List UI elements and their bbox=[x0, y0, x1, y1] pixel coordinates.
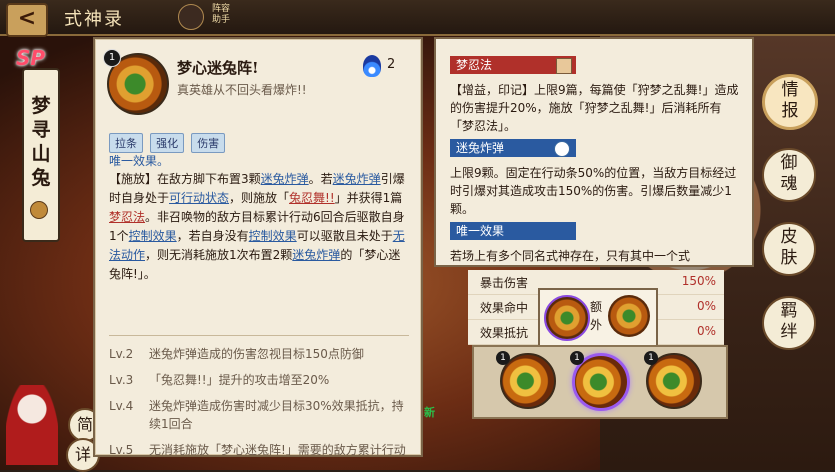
tab-label: 御魂 bbox=[764, 153, 814, 195]
desc-text: 可以驱散且未处于 bbox=[296, 229, 393, 243]
bomb-icon bbox=[554, 141, 570, 157]
desc-text: 」并获得1篇 bbox=[334, 191, 403, 205]
level-key: Lv.3 bbox=[109, 373, 134, 387]
effect-detail-panel: 梦忍法 【增益，印记】上限9篇，每篇使「狩梦之乱舞!」造成的伤害提升20%，施放… bbox=[434, 37, 754, 267]
skill-icon[interactable] bbox=[544, 295, 590, 341]
divider bbox=[109, 335, 409, 336]
level-key: Lv.5 bbox=[109, 443, 134, 457]
tag: 伤害 bbox=[191, 133, 226, 153]
level-item: Lv.2 迷兔炸弹造成的伤害忽视目标150点防御 bbox=[109, 345, 409, 363]
keyword-link[interactable]: 控制效果 bbox=[129, 229, 177, 243]
tab-text: 情报 bbox=[781, 80, 799, 121]
level-text: 「兔忍舞!!」提升的攻击增至20% bbox=[149, 373, 330, 387]
onibi-icon bbox=[363, 55, 381, 77]
level-item: Lv.4 迷兔炸弹造成伤害时减少目标30%效果抵抗，持续1回合 bbox=[109, 397, 409, 433]
stat-label: 效果抵抗 bbox=[480, 326, 529, 340]
level-key: Lv.4 bbox=[109, 399, 134, 413]
desc-text: ，则无消耗施放1次布置2颗 bbox=[145, 248, 293, 262]
level-item: Lv.5 无消耗施放「梦心迷兔阵!」需要的敌方累计行动回合减少至5回合 bbox=[109, 441, 409, 457]
tab-text: 皮肤 bbox=[780, 227, 798, 268]
name-char: 山 bbox=[31, 143, 51, 165]
new-badge: 新 bbox=[424, 406, 435, 419]
skill-badge: 1 bbox=[644, 351, 658, 365]
stat-label: 暴击伤害 bbox=[480, 276, 529, 290]
effect-text: 若场上有多个同名式神存在，只有其中一个式 bbox=[450, 249, 691, 263]
name-char: 寻 bbox=[31, 119, 51, 141]
tab-label: 羁绊 bbox=[764, 301, 814, 343]
level-key: Lv.2 bbox=[109, 347, 134, 361]
effect-text: 【增益，印记】上限9篇，每篇使「狩梦之乱舞!」造成的伤害提升20%，施放「狩梦之… bbox=[450, 83, 739, 133]
skill-level-badge: 1 bbox=[103, 49, 121, 67]
level-text: 迷兔炸弹造成的伤害忽视目标150点防御 bbox=[149, 347, 364, 361]
tab-text: 羁绊 bbox=[780, 301, 798, 342]
tab-label: 情报 bbox=[765, 80, 815, 122]
tab-soul[interactable]: 御魂 bbox=[762, 148, 816, 202]
tab-info[interactable]: 情报 bbox=[762, 74, 818, 130]
level-list: Lv.2 迷兔炸弹造成的伤害忽视目标150点防御 Lv.3 「兔忍舞!!」提升的攻击… bbox=[109, 345, 409, 457]
skill-badge: 1 bbox=[496, 351, 510, 365]
skill-badge: 1 bbox=[570, 351, 584, 365]
lineup-helper-icon[interactable] bbox=[178, 4, 204, 30]
stat-value: 0% bbox=[696, 324, 716, 338]
desc-text: 。若 bbox=[308, 172, 333, 186]
level-item: Lv.3 「兔忍舞!!」提升的攻击增至20% bbox=[109, 371, 409, 389]
tab-bond[interactable]: 羁绊 bbox=[762, 296, 816, 350]
tag: 强化 bbox=[150, 133, 185, 153]
level-text: 迷兔炸弹造成伤害时减少目标30%效果抵抗，持续1回合 bbox=[149, 399, 404, 431]
extra-label: 额外 bbox=[590, 300, 603, 332]
stat-label: 效果命中 bbox=[480, 301, 529, 315]
skill-panel: 1 梦心迷兔阵! 真英雄从不回头看爆炸!! 2 拉条 强化 伤害 唯一效果。 【… bbox=[93, 37, 423, 457]
effect-heading: 唯一效果 bbox=[450, 222, 576, 240]
level-text: 无消耗施放「梦心迷兔阵!」需要的敌方累计行动回合减少至5回合 bbox=[149, 443, 406, 457]
lineup-helper-label[interactable]: 阵容助手 bbox=[212, 4, 238, 26]
rarity-badge: SP bbox=[16, 46, 46, 70]
keyword-link[interactable]: 控制效果 bbox=[249, 229, 297, 243]
lock-icon[interactable] bbox=[30, 201, 48, 219]
tab-text: 御魂 bbox=[780, 153, 798, 194]
top-bar: < 式神录 阵容助手 bbox=[0, 0, 835, 37]
keyword-link[interactable]: 迷兔炸弹 bbox=[261, 172, 309, 186]
desc-text: ，则施放「 bbox=[229, 191, 290, 205]
keyword-link[interactable]: 梦忍法 bbox=[109, 210, 145, 224]
keyword-link[interactable]: 迷兔炸弹 bbox=[292, 248, 340, 262]
unique-effect-label: 唯一效果。 bbox=[109, 154, 170, 168]
keyword-link[interactable]: 可行动状态 bbox=[169, 191, 229, 205]
tag: 拉条 bbox=[109, 133, 143, 153]
keyword-link[interactable]: 迷兔炸弹 bbox=[333, 172, 381, 186]
page-title: 式神录 bbox=[64, 9, 124, 30]
stat-value: 0% bbox=[696, 299, 716, 313]
skill-icon[interactable] bbox=[608, 295, 650, 337]
skill-tags: 拉条 强化 伤害 bbox=[109, 132, 227, 153]
onibi-cost: 2 bbox=[387, 57, 396, 72]
name-char: 兔 bbox=[31, 167, 51, 189]
skill-bar: 1 1 1 bbox=[472, 345, 728, 419]
tab-label: 皮肤 bbox=[764, 227, 814, 269]
back-button[interactable]: < bbox=[6, 3, 48, 37]
tab-skin[interactable]: 皮肤 bbox=[762, 222, 816, 276]
keyword-link[interactable]: 兔忍舞!! bbox=[289, 191, 335, 205]
stat-value: 150% bbox=[681, 274, 716, 288]
extra-skill-popup: 额外 bbox=[538, 288, 658, 348]
mark-icon bbox=[556, 58, 572, 74]
desc-text: ，若自身没有 bbox=[176, 229, 249, 243]
skill-quote: 真英雄从不回头看爆炸!! bbox=[177, 83, 307, 97]
desc-text: 【施放】在敌方脚下布置3颗 bbox=[109, 172, 261, 186]
doll-avatar bbox=[6, 385, 58, 465]
effect-text: 上限9颗。固定在行动条50%的位置，当敌方目标经过时引爆对其造成攻击150%的伤… bbox=[450, 166, 737, 216]
skill-description: 【施放】在敌方脚下布置3颗迷兔炸弹。若迷兔炸弹引爆时自身处于可行动状态，则施放「… bbox=[109, 170, 409, 284]
skill-name: 梦心迷兔阵! bbox=[177, 59, 259, 77]
name-char: 梦 bbox=[31, 95, 51, 117]
shikigami-name: 梦 寻 山 兔 bbox=[24, 94, 58, 190]
